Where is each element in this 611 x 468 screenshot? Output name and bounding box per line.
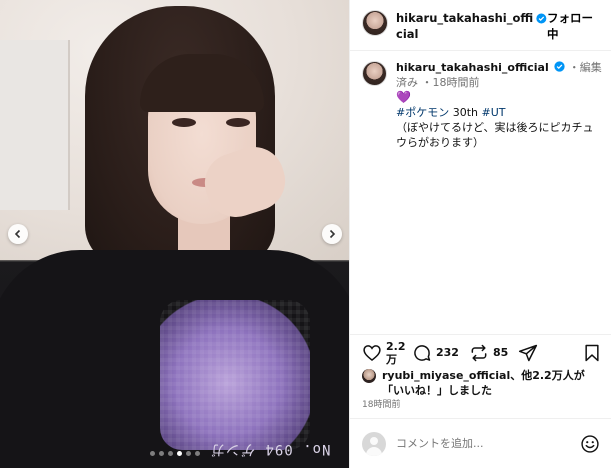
post-timestamp[interactable]: 18時間前 [362,397,400,410]
account-username[interactable]: hikaru_takahashi_official [396,11,533,41]
caption-text-30th: 30th [449,106,482,119]
action-bar: 2.2万 232 85 [350,334,611,366]
account-name-wrap: hikaru_takahashi_official [396,10,534,42]
shirt-print-text: No. 094 ゲンガ [210,441,331,457]
carousel-dot [159,451,164,456]
post-time-ago: ・18時間前 [421,76,480,89]
carousel-dot [168,451,173,456]
caption-body: hikaru_takahashi_official ・編集済み ・18時間前 💜… [396,60,603,150]
post-photo[interactable]: No. 094 ゲンガ [0,0,349,468]
chevron-left-icon [14,229,21,239]
caption-avatar[interactable] [362,61,387,86]
like-count[interactable]: 2.2万 [386,340,406,366]
likes-text-wrap: ryubi_miyase_official、他2.2万人が「いいね！」しました [382,368,606,398]
caption-username[interactable]: hikaru_takahashi_official [396,61,549,74]
carousel-dot [186,451,191,456]
repost-action: 85 [469,343,508,363]
comment-action: 232 [412,343,459,363]
likes-summary: ryubi_miyase_official、他2.2万人が「いいね！」しました [362,368,606,398]
post-side-panel: hikaru_takahashi_official フォロー中 hikaru_t… [349,0,611,468]
carousel-next-button[interactable] [322,224,342,244]
post-header: hikaru_takahashi_official フォロー中 [350,0,611,51]
liker-avatar[interactable] [362,369,376,383]
repost-count[interactable]: 85 [493,346,508,359]
following-button[interactable]: フォロー中 [547,10,603,42]
hashtag-ut[interactable]: #UT [482,106,506,119]
liker-username[interactable]: ryubi_miyase_official [382,369,510,382]
photo-eye-left [172,118,196,127]
account-avatar[interactable] [362,10,388,36]
photo-window [0,40,70,210]
repost-icon[interactable] [469,343,489,363]
hashtag-pokemon[interactable]: #ポケモン [396,106,449,119]
carousel-prev-button[interactable] [8,224,28,244]
carousel-dot [177,451,182,456]
gengar-print [160,300,310,450]
heart-icon[interactable] [362,343,382,363]
bookmark-icon[interactable] [582,343,602,363]
share-action [518,343,538,363]
comment-icon[interactable] [412,343,432,363]
carousel-dots [150,451,200,456]
user-avatar-placeholder [362,431,386,456]
chevron-right-icon [329,229,336,239]
carousel-dot [195,451,200,456]
purple-heart-emoji: 💜 [396,90,411,104]
photo-eye-right [226,118,250,127]
comment-count[interactable]: 232 [436,346,459,359]
verified-badge-icon [536,13,547,24]
caption-text: （ぼやけてるけど、実は後ろにピカチュウらがおります） [396,121,594,149]
save-action [582,343,602,363]
like-action: 2.2万 [362,340,406,366]
post-caption-block: hikaru_takahashi_official ・編集済み ・18時間前 💜… [350,51,611,150]
comment-bar [350,418,611,468]
verified-badge-icon [554,61,565,72]
comment-input[interactable] [396,437,566,450]
carousel-dot [150,451,155,456]
share-icon[interactable] [518,343,538,363]
emoji-icon[interactable] [580,434,600,454]
